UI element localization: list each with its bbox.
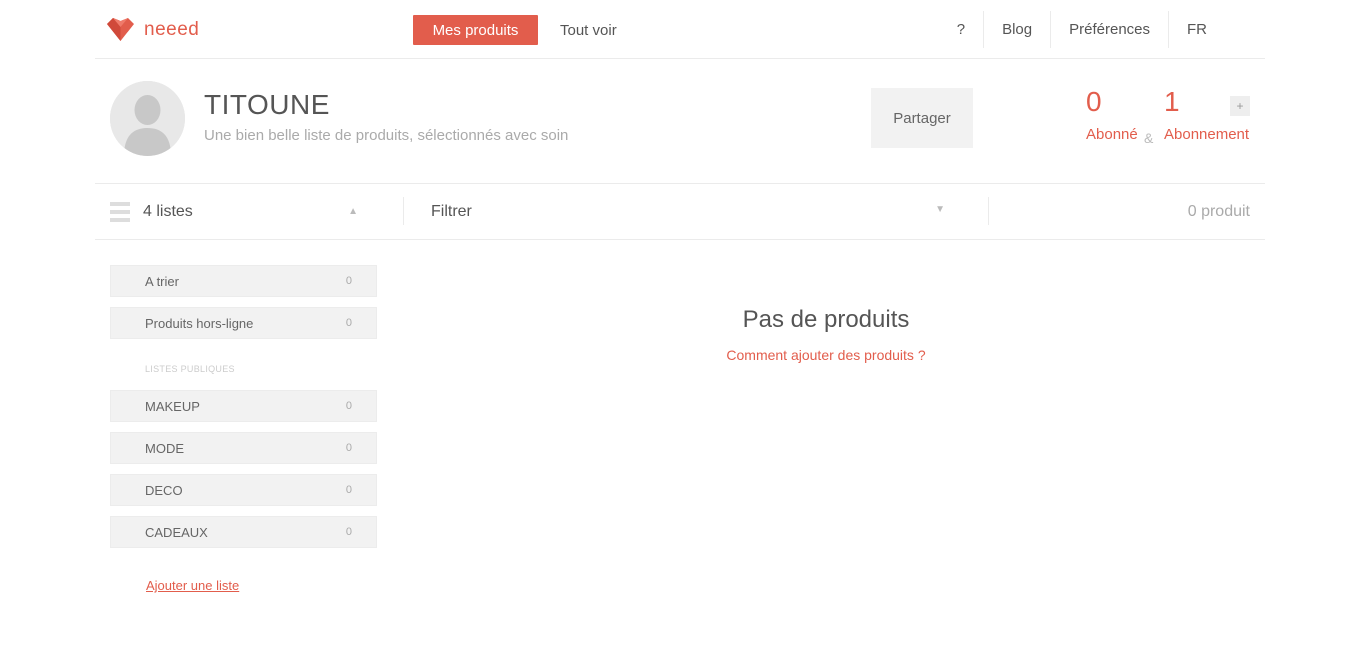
list-item-count: 0 [345,400,352,412]
how-to-add-products-link[interactable]: Comment ajouter des produits ? [726,347,925,363]
heart-gem-icon [107,18,134,41]
list-item-label: CADEAUX [145,524,208,540]
following-label: Abonnement [1164,126,1250,143]
user-silhouette-icon [110,81,185,156]
help-link[interactable]: ? [939,11,983,48]
filter-label: Filtrer [431,203,472,220]
blog-link[interactable]: Blog [983,11,1050,48]
followers-label: Abonné [1086,126,1138,143]
list-item-label: Produits hors-ligne [145,315,254,331]
list-item-produits-hors-ligne[interactable]: Produits hors-ligne 0 [110,307,377,339]
divider [403,197,404,225]
list-item-label: MODE [145,440,184,456]
preferences-link[interactable]: Préférences [1050,11,1168,48]
tab-see-all[interactable]: Tout voir [560,15,617,45]
top-navigation: neeed Mes produits Tout voir ? Blog Préf… [95,0,1265,59]
profile-header: TITOUNE Une bien belle liste de produits… [95,60,1265,184]
nav-right-menu: ? Blog Préférences FR [939,11,1225,48]
filter-dropdown[interactable]: Filtrer ▼ [431,184,945,240]
stats-separator: & [1144,130,1154,146]
list-item-cadeaux[interactable]: CADEAUX 0 [110,516,377,548]
brand-logo[interactable]: neeed [107,18,199,41]
followers-count: 0 [1086,86,1102,117]
tab-my-products[interactable]: Mes produits [413,15,538,45]
profile-name: TITOUNE [204,89,330,120]
list-item-makeup[interactable]: MAKEUP 0 [110,390,377,422]
filter-bar: 4 listes ▲ Filtrer ▼ 0 produit [95,184,1265,240]
product-count: 0 produit [1187,203,1250,220]
list-item-label: A trier [145,273,179,289]
list-item-count: 0 [345,442,352,454]
empty-state: Pas de produits Comment ajouter des prod… [576,306,1076,365]
add-list-link[interactable]: Ajouter une liste [146,578,239,593]
follow-plus-button[interactable]: + [1230,96,1250,116]
public-lists-header: LISTES PUBLIQUES [145,364,235,374]
hamburger-icon [110,202,130,222]
avatar[interactable] [110,81,185,156]
profile-description: Une bien belle liste de produits, sélect… [204,127,569,144]
lists-count-label: 4 listes [143,203,193,220]
list-item-count: 0 [345,526,352,538]
divider [988,197,989,225]
chevron-down-icon: ▼ [935,204,945,215]
list-item-count: 0 [345,484,352,496]
list-item-label: MAKEUP [145,398,200,414]
list-item-label: DECO [145,482,183,498]
list-item-count: 0 [345,275,352,287]
list-item-deco[interactable]: DECO 0 [110,474,377,506]
empty-state-title: Pas de produits [742,306,910,333]
followers-stat[interactable]: 0 Abonné [1086,86,1138,144]
share-button[interactable]: Partager [871,88,973,148]
language-selector[interactable]: FR [1168,11,1225,48]
list-item-count: 0 [345,317,352,329]
lists-sidebar: A trier 0 Produits hors-ligne 0 LISTES P… [110,265,377,595]
lists-toggle[interactable]: 4 listes ▲ [110,184,358,240]
list-item-a-trier[interactable]: A trier 0 [110,265,377,297]
list-item-mode[interactable]: MODE 0 [110,432,377,464]
chevron-up-icon: ▲ [348,206,358,217]
brand-name: neeed [144,18,200,40]
